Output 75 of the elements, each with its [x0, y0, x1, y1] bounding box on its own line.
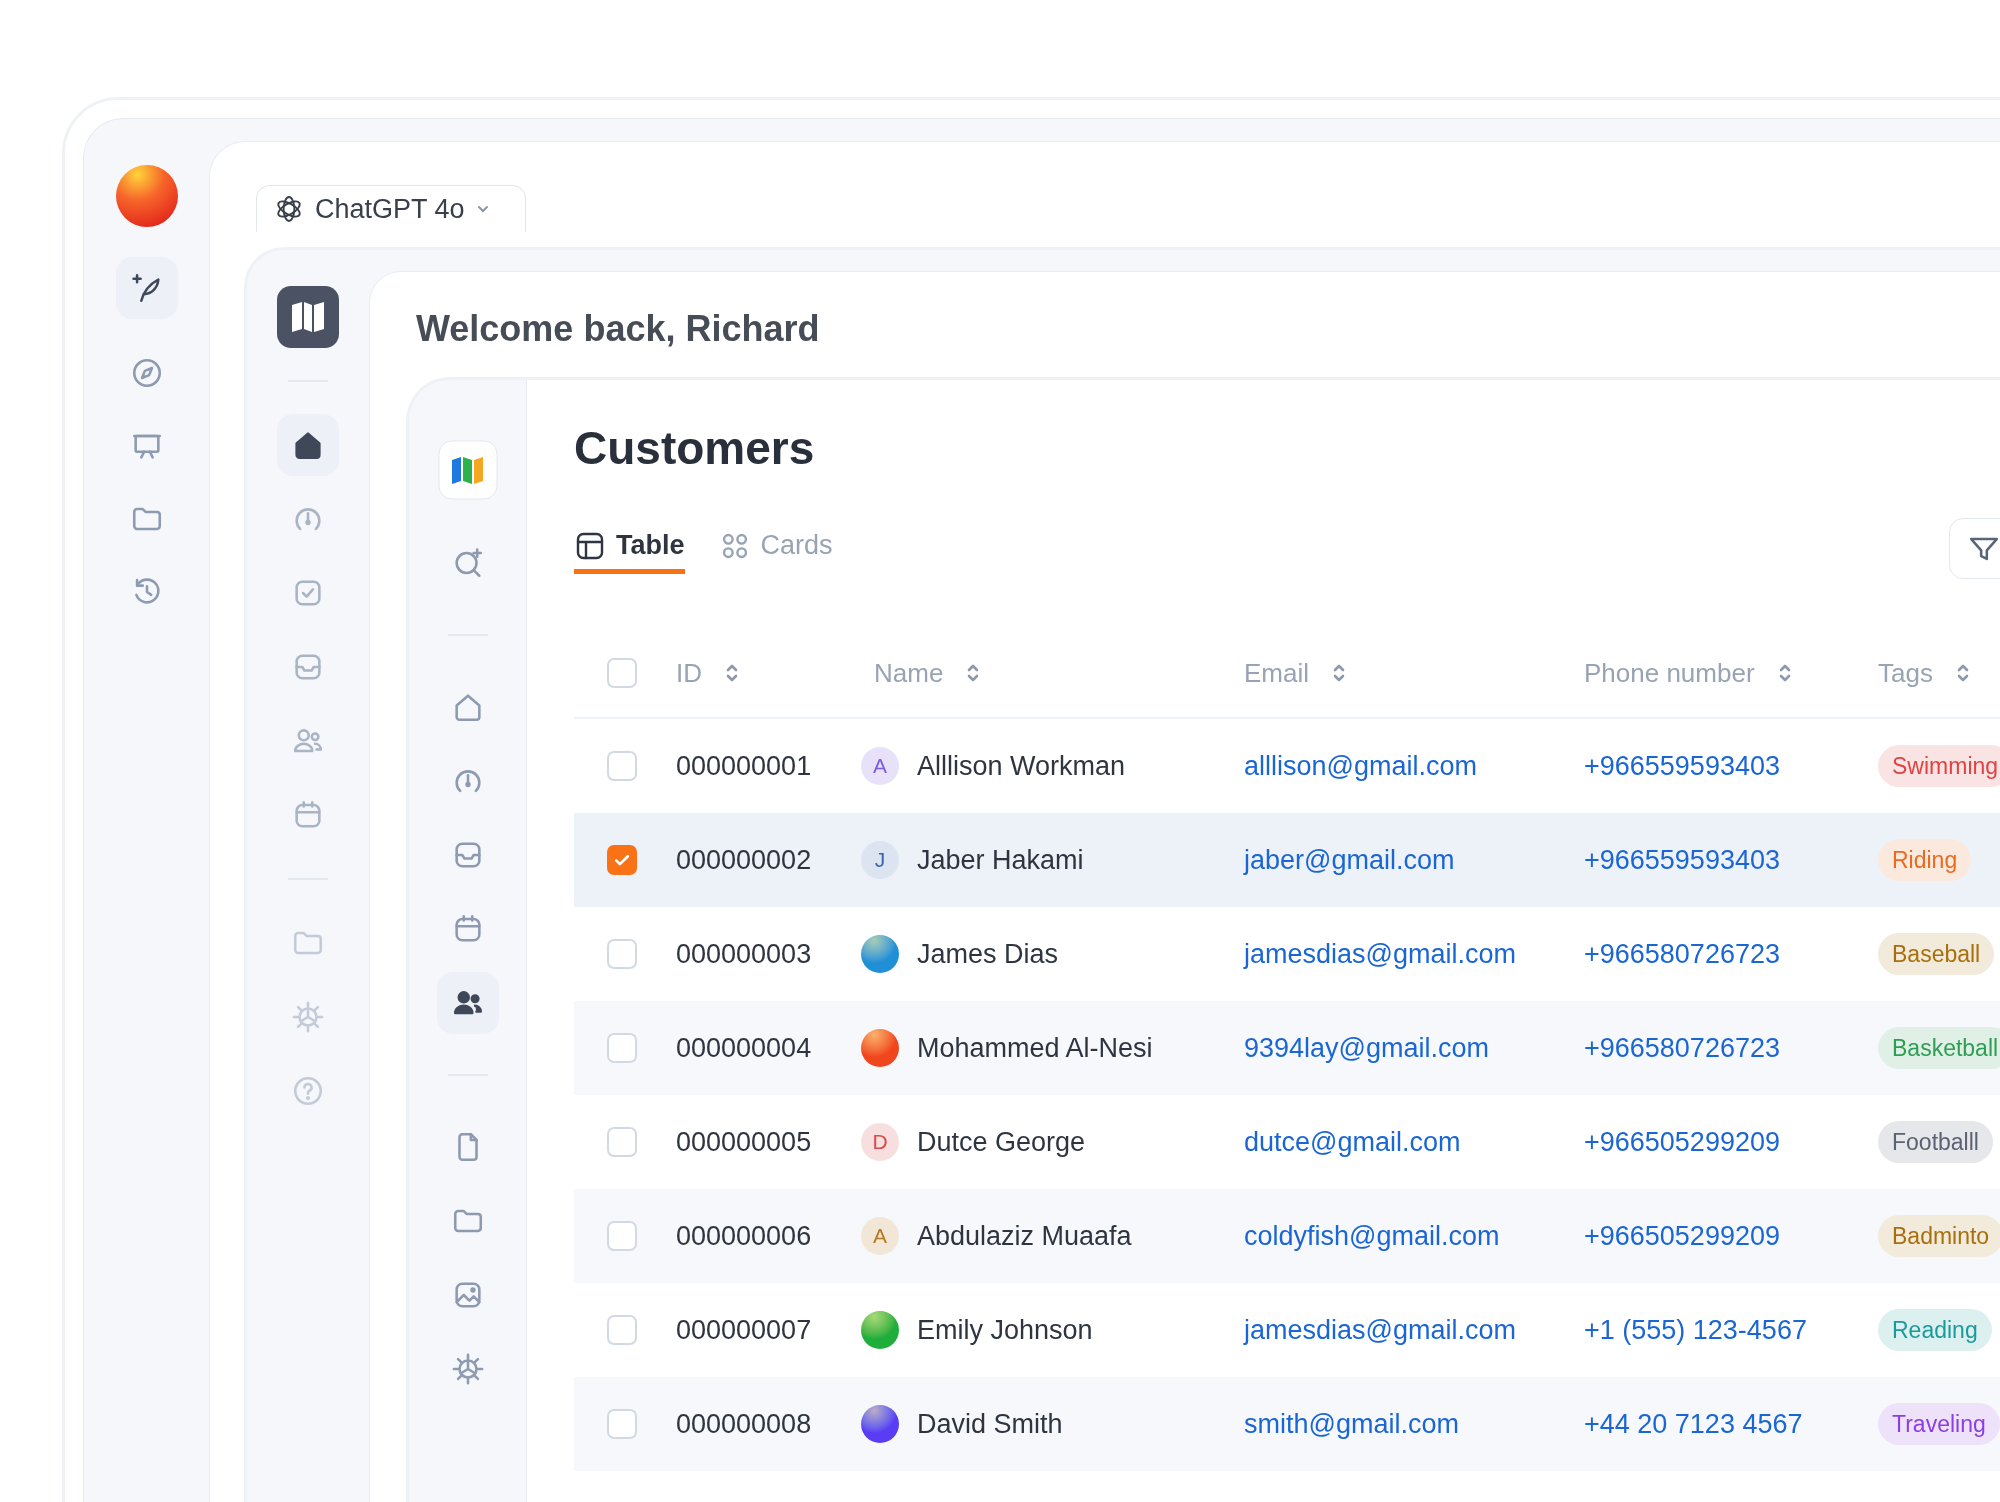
logo-icon	[115, 165, 178, 227]
tag: Reading	[1878, 1308, 1992, 1352]
view-tab[interactable]: Table	[574, 528, 685, 574]
avatar: J	[861, 841, 899, 879]
view-tab[interactable]: Cards	[718, 528, 833, 574]
customer-name: Mohammed Al-Nesi	[917, 1031, 1153, 1065]
map-logo-icon	[277, 286, 339, 348]
checkbox[interactable]	[607, 939, 637, 969]
customer-name: James Dias	[917, 937, 1059, 971]
help-icon	[291, 1074, 325, 1108]
checkbox[interactable]	[607, 845, 637, 875]
id-cell: 000000007	[676, 1314, 812, 1345]
tag: Riding	[1878, 838, 1972, 882]
filter-button[interactable]	[1949, 518, 2000, 579]
checkbox[interactable]	[607, 751, 637, 781]
sort-icon	[724, 662, 740, 684]
customer-name: Emily Johnson	[917, 1313, 1093, 1347]
sidebar-button[interactable]	[115, 257, 178, 319]
id-cell: 000000005	[676, 1126, 812, 1157]
avatar: A	[861, 747, 899, 785]
customer-name: Alllison Workman	[917, 749, 1126, 783]
phone-link[interactable]: +44 20 7123 4567	[1584, 1408, 1803, 1439]
tag: Traveling	[1878, 1402, 2000, 1446]
phone-link[interactable]: +1 (555) 123-4567	[1584, 1314, 1807, 1345]
checkbox[interactable]	[607, 1221, 637, 1251]
customer-name: David Smith	[917, 1407, 1063, 1441]
avatar: D	[861, 1123, 899, 1161]
checkbox[interactable]	[607, 658, 637, 688]
sort-icon	[1331, 662, 1347, 684]
checkbox[interactable]	[607, 1127, 637, 1157]
column-header[interactable]: Phone number	[1584, 653, 1793, 693]
email-link[interactable]: jamesdias@gmail.com	[1244, 1314, 1516, 1345]
checkbox[interactable]	[607, 1409, 637, 1439]
customer-name: Dutce George	[917, 1125, 1086, 1159]
avatar: A	[861, 1217, 899, 1255]
tag: Swimming	[1878, 744, 2000, 788]
id-cell: 000000002	[676, 844, 812, 875]
tag: Baseball	[1878, 932, 1995, 976]
column-header[interactable]: ID	[676, 653, 740, 693]
phone-link[interactable]: +966505299209	[1584, 1220, 1780, 1251]
gear-icon	[291, 1000, 325, 1034]
email-link[interactable]: smith@gmail.com	[1244, 1408, 1459, 1439]
map-logo-icon	[437, 440, 498, 500]
phone-link[interactable]: +966580726723	[1584, 1032, 1780, 1063]
checkbox[interactable]	[607, 1315, 637, 1345]
customer-name: Abdulaziz Muaafa	[917, 1219, 1132, 1253]
email-link[interactable]: alllison@gmail.com	[1244, 750, 1477, 781]
greeting: Welcome back, Richard	[416, 309, 821, 349]
tag: Basketball	[1878, 1026, 2000, 1070]
customer-name: Jaber Hakami	[917, 843, 1084, 877]
gear-icon	[450, 1352, 485, 1386]
tag: Footballl	[1878, 1120, 1993, 1164]
id-cell: 000000006	[676, 1220, 812, 1251]
tag: Badminto	[1878, 1214, 2000, 1258]
sidebar-button[interactable]	[277, 414, 339, 476]
column-header[interactable]: Name	[874, 653, 982, 693]
page-title: Customers	[574, 421, 816, 476]
column-header[interactable]: Tags	[1878, 653, 1971, 693]
model-selector[interactable]: ChatGPT 4o	[256, 185, 526, 232]
phone-link[interactable]: +966559593403	[1584, 750, 1780, 781]
id-cell: 000000004	[676, 1032, 812, 1063]
email-link[interactable]: jamesdias@gmail.com	[1244, 938, 1516, 969]
email-link[interactable]: coldyfish@gmail.com	[1244, 1220, 1500, 1251]
column-header[interactable]: Email	[1244, 653, 1347, 693]
email-link[interactable]: 9394lay@gmail.com	[1244, 1032, 1490, 1063]
id-cell: 000000008	[676, 1408, 812, 1439]
email-link[interactable]: dutce@gmail.com	[1244, 1126, 1461, 1157]
phone-link[interactable]: +966505299209	[1584, 1126, 1780, 1157]
sidebar-button[interactable]	[436, 972, 499, 1034]
checkbox[interactable]	[607, 1033, 637, 1063]
phone-link[interactable]: +966559593403	[1584, 844, 1780, 875]
id-cell: 000000003	[676, 938, 812, 969]
phone-link[interactable]: +966580726723	[1584, 938, 1780, 969]
email-link[interactable]: jaber@gmail.com	[1244, 844, 1455, 875]
id-cell: 000000001	[676, 750, 812, 781]
